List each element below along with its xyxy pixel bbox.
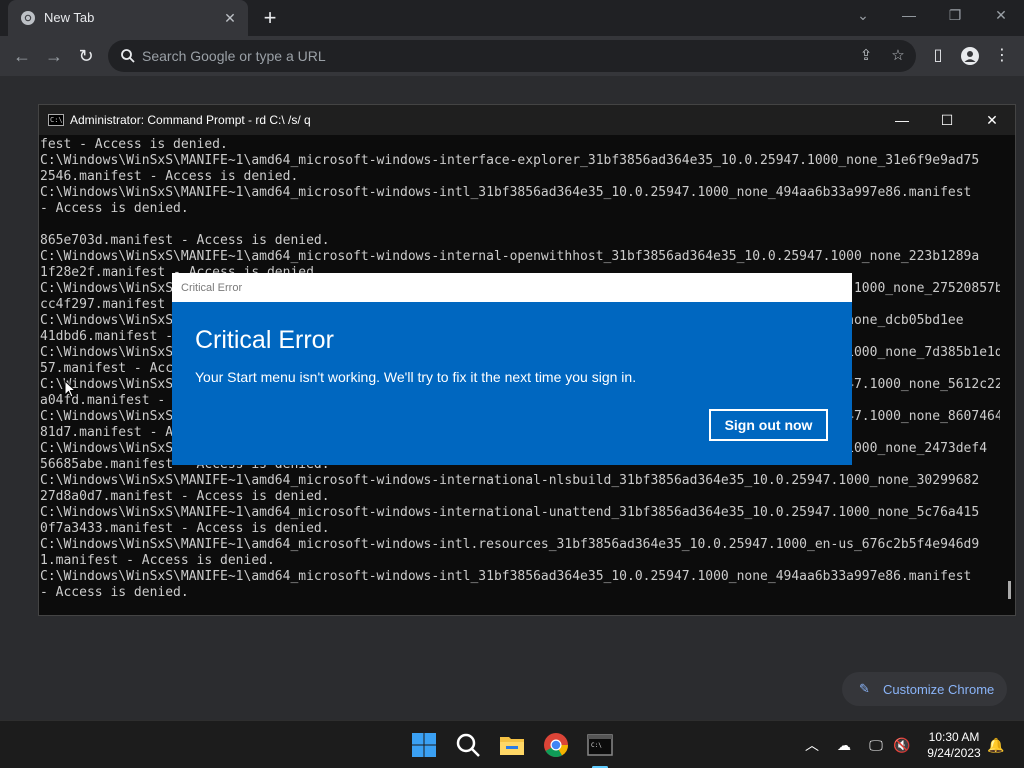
back-icon[interactable]: ← — [10, 44, 34, 68]
cmd-output-line: C:\Windows\WinSxS\MANIFE~1\amd64_microso… — [40, 473, 980, 488]
cmd-window-title: Administrator: Command Prompt - rd C:\ /… — [70, 113, 311, 127]
windows-start-icon[interactable] — [408, 729, 440, 761]
dialog-title-bar: Critical Error — [172, 273, 852, 302]
cmd-title-bar[interactable]: C:\ Administrator: Command Prompt - rd C… — [39, 105, 1015, 135]
profile-icon[interactable] — [958, 44, 982, 68]
browser-minimize-icon[interactable]: — — [886, 0, 932, 30]
cmd-output-line: 865e703d.manifest - Access is denied. — [40, 233, 330, 248]
browser-restore-icon[interactable]: ❐ — [932, 0, 978, 30]
cmd-output-line: - Access is denied. — [40, 585, 189, 600]
browser-close-icon[interactable]: ✕ — [978, 0, 1024, 30]
clock-time: 10:30 AM — [928, 730, 980, 744]
cmd-scrollbar[interactable] — [1008, 581, 1011, 599]
reload-icon[interactable]: ↻ — [74, 44, 98, 68]
show-hidden-icons-chevron-icon[interactable]: ︿ — [802, 735, 822, 755]
pencil-icon: ✎ — [859, 681, 870, 696]
file-explorer-icon[interactable] — [496, 729, 528, 761]
tab-close-icon[interactable]: ✕ — [220, 8, 240, 28]
chrome-icon[interactable] — [540, 729, 572, 761]
chrome-icon — [21, 11, 35, 25]
critical-error-dialog: Critical Error Critical Error Your Start… — [172, 273, 852, 465]
notification-bell-icon[interactable]: 🔔 — [986, 735, 1006, 755]
browser-toolbar: ← → ↻ ⇪ ☆ ▯ ⋮ — [0, 36, 1024, 76]
cmd-output-line: 1.manifest - Access is denied. — [40, 553, 275, 568]
volume-muted-icon[interactable]: 🔇 — [892, 735, 912, 755]
onedrive-icon[interactable]: ☁ — [834, 735, 854, 755]
search-icon[interactable] — [452, 729, 484, 761]
taskbar: C:\ ︿ ☁ 🖵 🔇 10:30 AM 9/24/2023 🔔 — [0, 720, 1024, 768]
search-icon — [121, 49, 135, 63]
cmd-output-line: C:\Windows\WinSxS\MANIFE~1\amd64_microso… — [40, 505, 980, 520]
cmd-output-line: fest - Access is denied. — [40, 137, 228, 152]
customize-chrome-label: Customize Chrome — [883, 682, 995, 697]
clock-date: 9/24/2023 — [927, 746, 981, 760]
dialog-message: Your Start menu isn't working. We'll try… — [195, 369, 637, 385]
taskbar-clock[interactable]: 10:30 AM 9/24/2023 — [918, 729, 990, 761]
cmd-output-line: C:\Windows\WinSxS\MANIFE~1\amd64_microso… — [40, 153, 980, 168]
cmd-minimize-icon[interactable]: — — [879, 105, 925, 135]
tab-title: New Tab — [44, 10, 95, 25]
cmd-output-line: C:\Windows\WinSxS\MANIFE~1\amd64_microso… — [40, 537, 980, 552]
new-tab-icon[interactable]: + — [258, 6, 282, 30]
tab-new-tab[interactable]: New Tab ✕ — [8, 0, 248, 36]
cmd-maximize-icon[interactable]: ☐ — [924, 105, 970, 135]
cmd-output-line: - Access is denied. — [40, 201, 189, 216]
share-icon[interactable]: ⇪ — [856, 46, 876, 66]
cmd-output-line: 0f7a3433.manifest - Access is denied. — [40, 521, 330, 536]
svg-text:C:\: C:\ — [591, 742, 602, 749]
bookmark-star-icon[interactable]: ☆ — [888, 46, 908, 66]
cmd-output-line: C:\Windows\WinSxS\MANIFE~1\amd64_microso… — [40, 249, 980, 264]
omnibox-input[interactable] — [142, 46, 842, 66]
forward-icon[interactable]: → — [42, 44, 66, 68]
cmd-output-line: C:\Windows\WinSxS\MANIFE~1\amd64_microso… — [40, 569, 972, 584]
cmd-output-line: C:\Windows\WinSxS\MANIFE~1\amd64_microso… — [40, 185, 972, 200]
sign-out-now-button[interactable]: Sign out now — [709, 409, 828, 441]
cmd-output-line: 27d8a0d7.manifest - Access is denied. — [40, 489, 330, 504]
network-icon[interactable]: 🖵 — [866, 735, 886, 755]
dialog-heading: Critical Error — [195, 326, 334, 354]
tab-search-icon[interactable]: ⌄ — [840, 0, 886, 30]
mouse-cursor-icon — [64, 380, 76, 398]
omnibox[interactable]: ⇪ ☆ — [108, 40, 916, 72]
tab-strip: New Tab ✕ + ⌄ — ❐ ✕ — [0, 0, 1024, 36]
cmd-output-line — [40, 217, 1000, 233]
cmd-close-icon[interactable]: ✕ — [969, 105, 1015, 135]
side-panel-icon[interactable]: ▯ — [926, 44, 950, 68]
terminal-icon[interactable]: C:\ — [584, 729, 616, 761]
customize-chrome-button[interactable]: ✎ Customize Chrome — [842, 672, 1007, 706]
menu-kebab-icon[interactable]: ⋮ — [990, 44, 1014, 68]
cmd-output-line: 2546.manifest - Access is denied. — [40, 169, 299, 184]
cmd-icon: C:\ — [48, 114, 64, 126]
